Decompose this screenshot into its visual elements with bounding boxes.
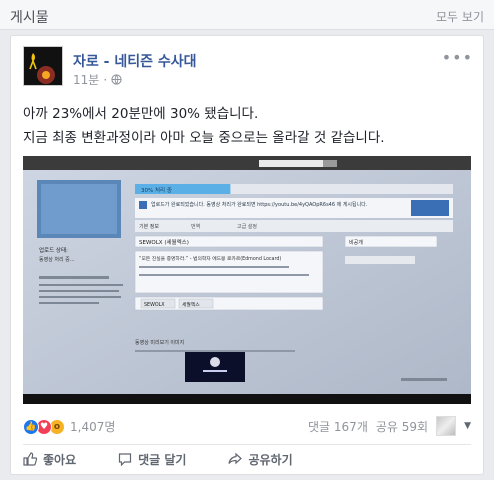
post-photo[interactable]: 30% 처리 중 업로드가 완료되었습니다. 동영상 처리가 완료되면 http… [23,156,471,404]
thumbs-up-icon [23,452,37,466]
section-title: 게시물 [10,10,49,26]
tab-advanced: 고급 설정 [237,223,257,230]
comment-icon [119,453,132,466]
thumbnail-heading: 동영상 미리보기 이미지 [135,339,184,346]
upload-notice: 업로드가 완료되었습니다. 동영상 처리가 완료되면 https://youtu… [151,201,368,208]
see-all-link[interactable]: 모두 보기 [436,8,484,25]
reaction-count[interactable]: 1,407명 [70,418,115,435]
avatar-image [24,47,62,85]
like-label: 좋아요 [43,452,77,467]
post-time[interactable]: 11분 [73,71,99,88]
post-message: 아까 23%에서 20분만에 30% 됐습니다. 지금 최종 변환과정이라 아마… [23,102,471,150]
tag-sewol-x: 세월엑스 [182,301,200,308]
like-icon: 👍 [23,418,39,435]
like-button[interactable]: 좋아요 [23,446,76,472]
comment-button[interactable]: 댓글 달기 [118,446,186,472]
posts-section-header: 게시물 모두 보기 [0,0,494,30]
tag-sewolx: SEWOLX [144,302,165,308]
globe-icon [111,74,122,85]
chevron-down-icon[interactable]: ▼ [464,421,471,431]
viewer-avatar[interactable] [436,416,457,436]
post-meta: 11분 · [73,71,122,88]
upload-status-text: 동영상 처리 중... [39,256,75,263]
post-line: 지금 최종 변환과정이라 아마 오늘 중으로는 올라갈 것 같습니다. [23,130,385,146]
tab-translation: 번역 [191,223,200,230]
ellipsis-icon[interactable]: ••• [442,48,473,67]
share-icon [228,452,243,465]
visibility-select: 비공개 [349,239,363,246]
engagement-counts: 댓글 167개 공유 59회 ▼ [308,416,471,436]
progress-label: 30% 처리 중 [141,186,172,194]
comment-count[interactable]: 댓글 167개 [308,418,368,435]
reactions-summary[interactable]: 👍 ♥ o 1,407명 [23,418,115,435]
post-actions: 좋아요 댓글 달기 공유하기 [23,446,471,472]
post-stats: 👍 ♥ o 1,407명 댓글 167개 공유 59회 ▼ [23,416,471,438]
post-card: 자로 - 네티즌 수사대 11분 · ••• 아까 23%에서 20분만에 30… [10,35,484,475]
video-title-field: SEWOLX (세월엑스) [139,238,189,246]
upload-status-heading: 업로드 상태: [39,246,68,254]
share-button[interactable]: 공유하기 [228,446,293,472]
youtube-upload-screen-photo: 30% 처리 중 업로드가 완료되었습니다. 동영상 처리가 완료되면 http… [23,156,471,404]
video-description-field: “모든 진실을 증명하라.” - 법의학자 에드몽 로카르(Edmond Loc… [139,255,281,262]
share-count[interactable]: 공유 59회 [376,418,428,435]
page-avatar[interactable] [23,46,63,86]
meta-separator: · [103,72,108,87]
share-label: 공유하기 [248,452,293,467]
actions-divider [23,444,471,445]
comment-label: 댓글 달기 [138,452,187,467]
page-name[interactable]: 자로 - 네티즌 수사대 [73,51,196,71]
tab-basic-info: 기본 정보 [139,223,159,230]
post-line: 아까 23%에서 20분만에 30% 됐습니다. [23,106,259,122]
